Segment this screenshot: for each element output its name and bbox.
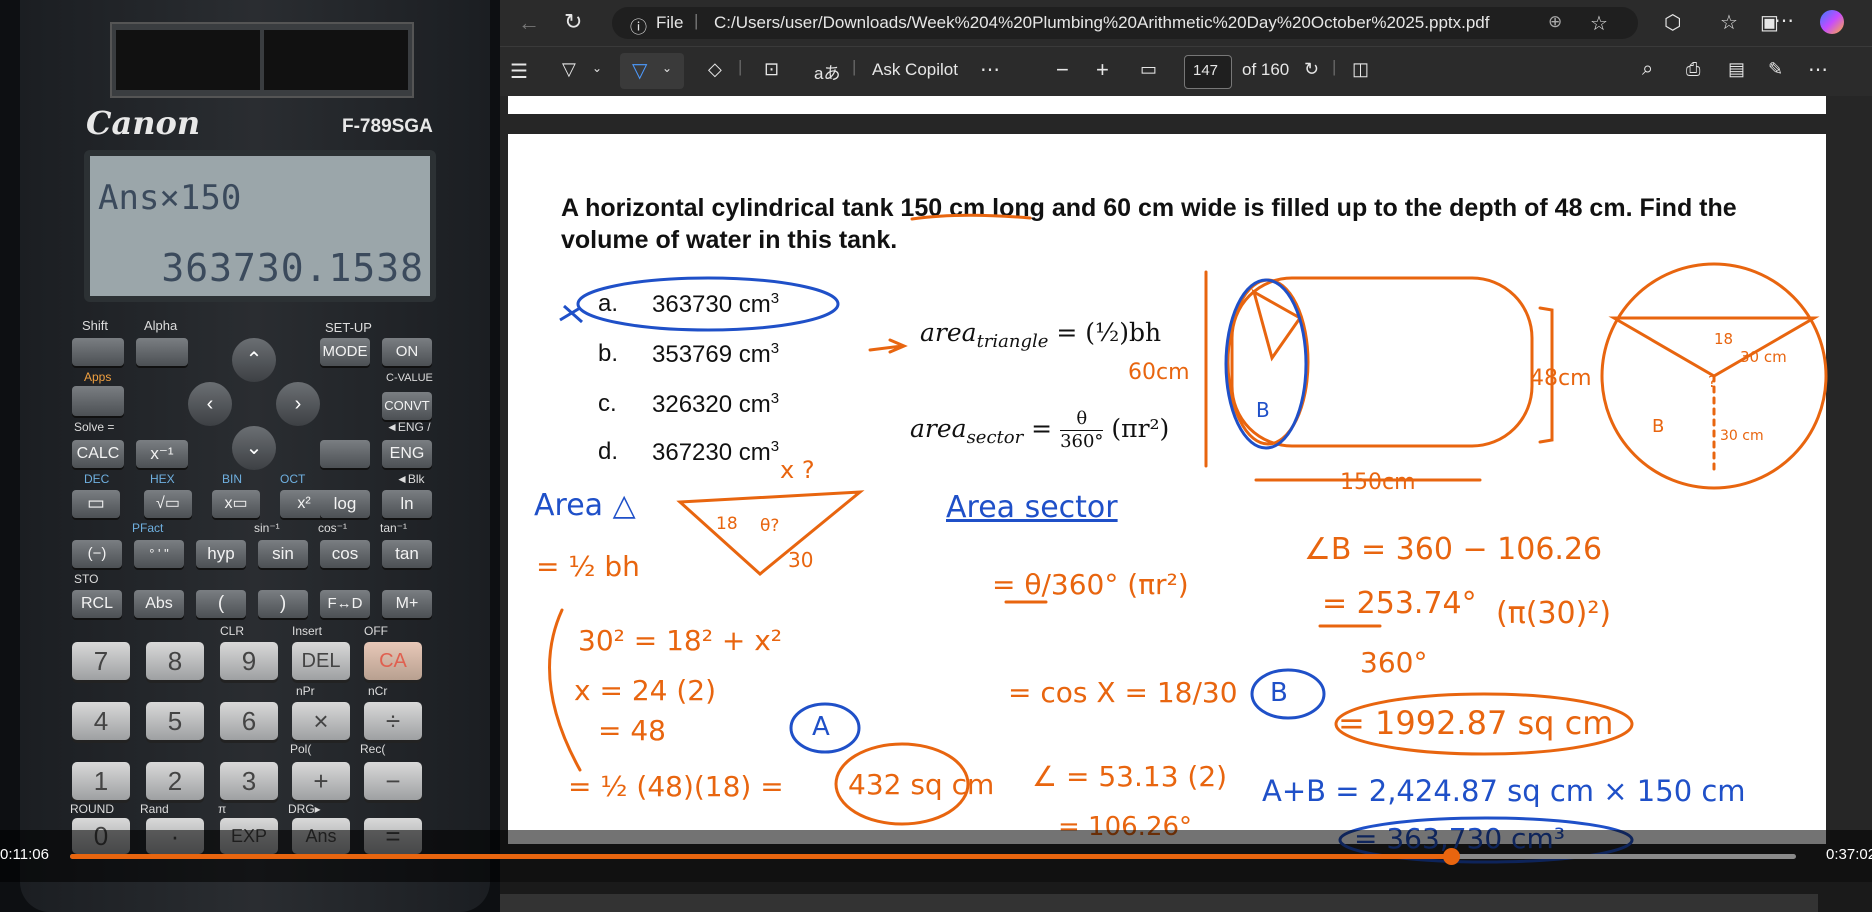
ink-cylinder-end-blue	[1224, 278, 1308, 450]
ink-angle-b2: = 253.74°	[1322, 586, 1477, 621]
ink-150cm: 150cm	[1340, 470, 1416, 495]
ink-cos-x: = cos X = 18/30	[1008, 676, 1238, 709]
ink-18: 18	[716, 514, 738, 534]
ink-x-question: x ?	[780, 456, 815, 484]
ink-circle-q: ?	[1708, 372, 1717, 391]
ink-label-b-cyl: B	[1256, 398, 1270, 422]
ink-x24: x = 24 (2)	[574, 674, 717, 707]
ink-area-triangle: Area △	[534, 488, 636, 523]
ink-half-bh: = ½ bh	[536, 550, 640, 583]
ink-area-sector: Area sector	[946, 490, 1118, 525]
ink-circle-label-b	[1250, 668, 1326, 720]
ink-circle-answer-a	[576, 276, 840, 332]
ink-angle-b: ∠B = 360 − 106.26	[1304, 532, 1603, 567]
ink-circle-30: 30 cm	[1740, 348, 1787, 366]
ink-den-360: 360°	[1360, 646, 1428, 679]
ink-60cm: 60cm	[1128, 360, 1190, 385]
ink-triangle-answer: 432 sq cm	[848, 768, 995, 801]
ink-circle-18: 18	[1714, 330, 1734, 348]
ink-theta: θ?	[760, 516, 780, 536]
progress-fill	[70, 854, 1451, 859]
time-elapsed: 0:11:06	[0, 846, 49, 863]
ink-sector-answer: = 1992.87 sq cm	[1338, 704, 1614, 742]
ink-48cm: 48cm	[1530, 366, 1592, 391]
progress-track[interactable]	[70, 848, 1796, 865]
ink-tick-answer	[559, 304, 583, 324]
ink-arrow	[868, 338, 908, 354]
ink-eq48: = 48	[598, 714, 666, 747]
time-total: 0:37:02	[1826, 846, 1872, 863]
ink-sum: A+B = 2,424.87 sq cm × 150 cm	[1262, 774, 1746, 808]
video-controls: 0:11:06 0:37:02	[0, 830, 1872, 882]
ink-pi-30: (π(30)²)	[1496, 596, 1612, 631]
ink-label-b: B	[1270, 678, 1288, 708]
next-page	[500, 894, 1818, 912]
ink-triangle-calc: = ½ (48)(18) =	[568, 770, 784, 803]
ink-circle-b: B	[1652, 416, 1665, 437]
progress-handle[interactable]	[1442, 848, 1460, 865]
next-page-edge	[500, 882, 1872, 912]
ink-circle-30b: 30 cm	[1720, 428, 1764, 444]
ink-label-a: A	[812, 712, 830, 742]
ink-30: 30	[788, 548, 814, 572]
ink-sector-formula: = θ/360° (πr²)	[992, 568, 1189, 601]
ink-pythagoras: 30² = 18² + x²	[578, 624, 783, 657]
ink-underline-150	[910, 213, 1032, 221]
ink-angle: ∠ = 53.13 (2)	[1032, 760, 1228, 793]
ink-cylinder-body	[1230, 276, 1534, 448]
